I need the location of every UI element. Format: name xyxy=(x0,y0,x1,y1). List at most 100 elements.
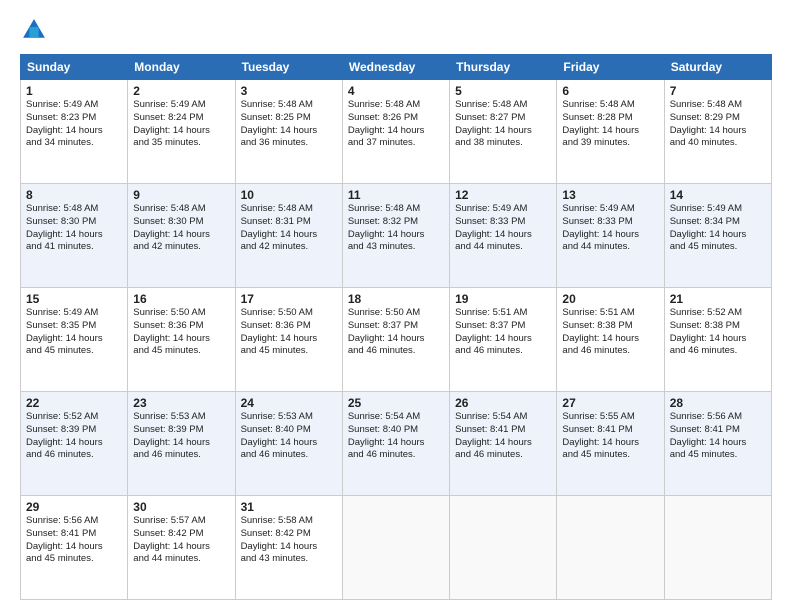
day-number: 2 xyxy=(133,84,229,98)
col-header-sunday: Sunday xyxy=(21,55,128,80)
table-row: 5Sunrise: 5:48 AMSunset: 8:27 PMDaylight… xyxy=(450,80,557,184)
day-number: 6 xyxy=(562,84,658,98)
table-row: 18Sunrise: 5:50 AMSunset: 8:37 PMDayligh… xyxy=(342,288,449,392)
logo xyxy=(20,16,52,44)
table-row: 10Sunrise: 5:48 AMSunset: 8:31 PMDayligh… xyxy=(235,184,342,288)
day-info: Sunrise: 5:49 AMSunset: 8:33 PMDaylight:… xyxy=(562,203,658,254)
table-row: 27Sunrise: 5:55 AMSunset: 8:41 PMDayligh… xyxy=(557,392,664,496)
day-number: 23 xyxy=(133,396,229,410)
day-number: 19 xyxy=(455,292,551,306)
day-info: Sunrise: 5:53 AMSunset: 8:39 PMDaylight:… xyxy=(133,411,229,462)
table-row: 13Sunrise: 5:49 AMSunset: 8:33 PMDayligh… xyxy=(557,184,664,288)
table-row: 23Sunrise: 5:53 AMSunset: 8:39 PMDayligh… xyxy=(128,392,235,496)
table-row: 6Sunrise: 5:48 AMSunset: 8:28 PMDaylight… xyxy=(557,80,664,184)
day-info: Sunrise: 5:49 AMSunset: 8:34 PMDaylight:… xyxy=(670,203,766,254)
day-number: 10 xyxy=(241,188,337,202)
day-number: 18 xyxy=(348,292,444,306)
day-info: Sunrise: 5:48 AMSunset: 8:28 PMDaylight:… xyxy=(562,99,658,150)
table-row xyxy=(342,496,449,600)
table-row: 12Sunrise: 5:49 AMSunset: 8:33 PMDayligh… xyxy=(450,184,557,288)
table-row: 26Sunrise: 5:54 AMSunset: 8:41 PMDayligh… xyxy=(450,392,557,496)
day-info: Sunrise: 5:48 AMSunset: 8:30 PMDaylight:… xyxy=(26,203,122,254)
col-header-saturday: Saturday xyxy=(664,55,771,80)
table-row: 14Sunrise: 5:49 AMSunset: 8:34 PMDayligh… xyxy=(664,184,771,288)
day-info: Sunrise: 5:48 AMSunset: 8:27 PMDaylight:… xyxy=(455,99,551,150)
day-info: Sunrise: 5:57 AMSunset: 8:42 PMDaylight:… xyxy=(133,515,229,566)
day-info: Sunrise: 5:49 AMSunset: 8:33 PMDaylight:… xyxy=(455,203,551,254)
logo-icon xyxy=(20,16,48,44)
day-number: 17 xyxy=(241,292,337,306)
table-row: 15Sunrise: 5:49 AMSunset: 8:35 PMDayligh… xyxy=(21,288,128,392)
table-row xyxy=(557,496,664,600)
day-number: 14 xyxy=(670,188,766,202)
table-row: 25Sunrise: 5:54 AMSunset: 8:40 PMDayligh… xyxy=(342,392,449,496)
table-row: 2Sunrise: 5:49 AMSunset: 8:24 PMDaylight… xyxy=(128,80,235,184)
table-row: 16Sunrise: 5:50 AMSunset: 8:36 PMDayligh… xyxy=(128,288,235,392)
day-number: 26 xyxy=(455,396,551,410)
day-info: Sunrise: 5:52 AMSunset: 8:38 PMDaylight:… xyxy=(670,307,766,358)
day-number: 28 xyxy=(670,396,766,410)
col-header-thursday: Thursday xyxy=(450,55,557,80)
day-number: 12 xyxy=(455,188,551,202)
table-row: 31Sunrise: 5:58 AMSunset: 8:42 PMDayligh… xyxy=(235,496,342,600)
day-number: 30 xyxy=(133,500,229,514)
day-number: 31 xyxy=(241,500,337,514)
table-row: 3Sunrise: 5:48 AMSunset: 8:25 PMDaylight… xyxy=(235,80,342,184)
day-info: Sunrise: 5:55 AMSunset: 8:41 PMDaylight:… xyxy=(562,411,658,462)
day-info: Sunrise: 5:50 AMSunset: 8:37 PMDaylight:… xyxy=(348,307,444,358)
table-row: 11Sunrise: 5:48 AMSunset: 8:32 PMDayligh… xyxy=(342,184,449,288)
day-info: Sunrise: 5:53 AMSunset: 8:40 PMDaylight:… xyxy=(241,411,337,462)
table-row: 24Sunrise: 5:53 AMSunset: 8:40 PMDayligh… xyxy=(235,392,342,496)
day-info: Sunrise: 5:48 AMSunset: 8:30 PMDaylight:… xyxy=(133,203,229,254)
day-info: Sunrise: 5:58 AMSunset: 8:42 PMDaylight:… xyxy=(241,515,337,566)
day-number: 27 xyxy=(562,396,658,410)
day-number: 11 xyxy=(348,188,444,202)
day-number: 13 xyxy=(562,188,658,202)
col-header-wednesday: Wednesday xyxy=(342,55,449,80)
table-row: 22Sunrise: 5:52 AMSunset: 8:39 PMDayligh… xyxy=(21,392,128,496)
table-row: 21Sunrise: 5:52 AMSunset: 8:38 PMDayligh… xyxy=(664,288,771,392)
day-number: 8 xyxy=(26,188,122,202)
day-info: Sunrise: 5:56 AMSunset: 8:41 PMDaylight:… xyxy=(26,515,122,566)
day-number: 21 xyxy=(670,292,766,306)
day-info: Sunrise: 5:49 AMSunset: 8:23 PMDaylight:… xyxy=(26,99,122,150)
day-info: Sunrise: 5:56 AMSunset: 8:41 PMDaylight:… xyxy=(670,411,766,462)
day-info: Sunrise: 5:51 AMSunset: 8:38 PMDaylight:… xyxy=(562,307,658,358)
day-number: 5 xyxy=(455,84,551,98)
table-row xyxy=(450,496,557,600)
day-number: 4 xyxy=(348,84,444,98)
day-info: Sunrise: 5:49 AMSunset: 8:35 PMDaylight:… xyxy=(26,307,122,358)
day-number: 20 xyxy=(562,292,658,306)
day-info: Sunrise: 5:49 AMSunset: 8:24 PMDaylight:… xyxy=(133,99,229,150)
table-row: 9Sunrise: 5:48 AMSunset: 8:30 PMDaylight… xyxy=(128,184,235,288)
day-number: 3 xyxy=(241,84,337,98)
day-info: Sunrise: 5:50 AMSunset: 8:36 PMDaylight:… xyxy=(241,307,337,358)
col-header-monday: Monday xyxy=(128,55,235,80)
day-info: Sunrise: 5:52 AMSunset: 8:39 PMDaylight:… xyxy=(26,411,122,462)
day-number: 1 xyxy=(26,84,122,98)
day-info: Sunrise: 5:48 AMSunset: 8:25 PMDaylight:… xyxy=(241,99,337,150)
day-number: 15 xyxy=(26,292,122,306)
table-row: 8Sunrise: 5:48 AMSunset: 8:30 PMDaylight… xyxy=(21,184,128,288)
table-row: 29Sunrise: 5:56 AMSunset: 8:41 PMDayligh… xyxy=(21,496,128,600)
table-row: 1Sunrise: 5:49 AMSunset: 8:23 PMDaylight… xyxy=(21,80,128,184)
table-row: 17Sunrise: 5:50 AMSunset: 8:36 PMDayligh… xyxy=(235,288,342,392)
table-row: 20Sunrise: 5:51 AMSunset: 8:38 PMDayligh… xyxy=(557,288,664,392)
day-info: Sunrise: 5:51 AMSunset: 8:37 PMDaylight:… xyxy=(455,307,551,358)
day-info: Sunrise: 5:54 AMSunset: 8:40 PMDaylight:… xyxy=(348,411,444,462)
day-info: Sunrise: 5:48 AMSunset: 8:32 PMDaylight:… xyxy=(348,203,444,254)
day-number: 25 xyxy=(348,396,444,410)
day-number: 9 xyxy=(133,188,229,202)
table-row: 28Sunrise: 5:56 AMSunset: 8:41 PMDayligh… xyxy=(664,392,771,496)
day-number: 29 xyxy=(26,500,122,514)
day-info: Sunrise: 5:48 AMSunset: 8:31 PMDaylight:… xyxy=(241,203,337,254)
col-header-friday: Friday xyxy=(557,55,664,80)
table-row: 30Sunrise: 5:57 AMSunset: 8:42 PMDayligh… xyxy=(128,496,235,600)
day-info: Sunrise: 5:48 AMSunset: 8:26 PMDaylight:… xyxy=(348,99,444,150)
table-row: 4Sunrise: 5:48 AMSunset: 8:26 PMDaylight… xyxy=(342,80,449,184)
table-row: 19Sunrise: 5:51 AMSunset: 8:37 PMDayligh… xyxy=(450,288,557,392)
table-row xyxy=(664,496,771,600)
day-info: Sunrise: 5:48 AMSunset: 8:29 PMDaylight:… xyxy=(670,99,766,150)
table-row: 7Sunrise: 5:48 AMSunset: 8:29 PMDaylight… xyxy=(664,80,771,184)
day-number: 22 xyxy=(26,396,122,410)
